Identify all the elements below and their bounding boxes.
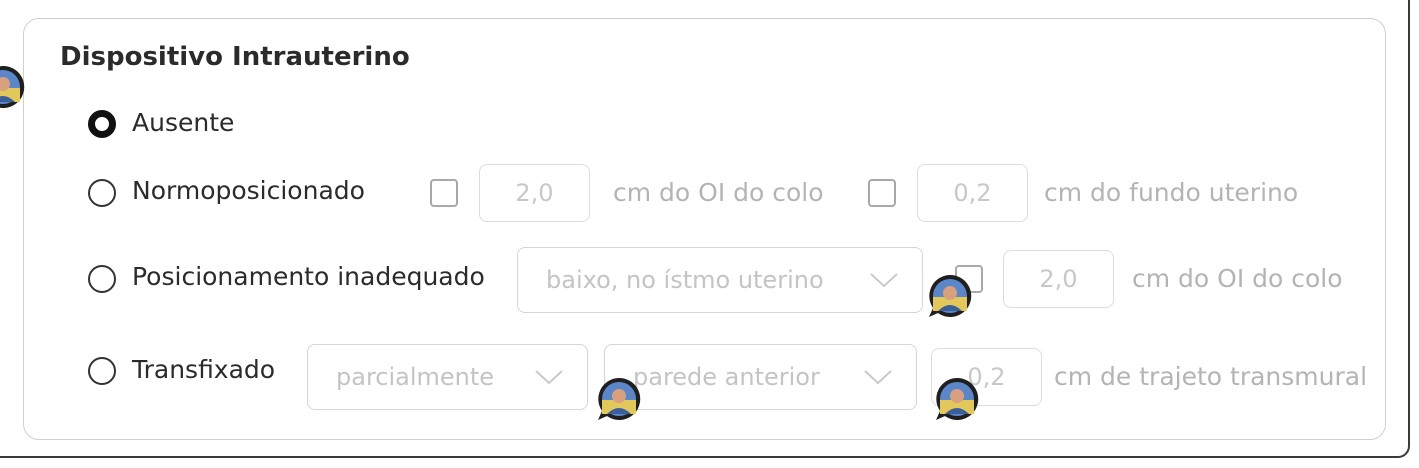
unit-label-normo-colo: cm do OI do colo xyxy=(613,178,824,207)
user-avatar-icon[interactable] xyxy=(596,376,642,422)
user-avatar-icon[interactable] xyxy=(934,376,980,422)
select-posicionamento[interactable]: baixo, no ístmo uterino xyxy=(517,247,923,313)
radio-ausente[interactable] xyxy=(88,110,116,138)
chevron-down-icon xyxy=(864,370,892,384)
select-transfixado-extent[interactable]: parcialmente xyxy=(307,344,588,410)
radio-label-posicionamento-inadequado: Posicionamento inadequado xyxy=(132,262,485,291)
unit-label-posic-colo: cm do OI do colo xyxy=(1132,264,1343,293)
user-avatar-icon[interactable] xyxy=(0,64,26,110)
radio-label-transfixado: Transfixado xyxy=(132,355,276,384)
select-posicionamento-value: baixo, no ístmo uterino xyxy=(546,266,824,294)
select-extent-value: parcialmente xyxy=(336,363,495,391)
input-normo-fundo[interactable]: 0,2 xyxy=(917,164,1028,222)
unit-label-trajeto: cm de trajeto transmural xyxy=(1054,362,1368,391)
checkbox-normo-colo[interactable] xyxy=(430,179,458,207)
radio-posicionamento-inadequado[interactable] xyxy=(88,265,116,293)
select-transfixado-wall[interactable]: parede anterior xyxy=(604,344,917,410)
select-wall-value: parede anterior xyxy=(633,363,820,391)
parent-container-divider xyxy=(0,456,134,458)
unit-label-normo-fundo: cm do fundo uterino xyxy=(1044,178,1299,207)
input-normo-colo[interactable]: 2,0 xyxy=(479,164,590,222)
input-posic-colo[interactable]: 2,0 xyxy=(1003,250,1114,308)
radio-normoposicionado[interactable] xyxy=(88,179,116,207)
dui-form-screen: Dispositivo Intrauterino Ausente Normopo… xyxy=(0,0,1419,468)
radio-label-normoposicionado: Normoposicionado xyxy=(132,176,365,205)
user-avatar-icon[interactable] xyxy=(927,273,973,319)
radio-label-ausente: Ausente xyxy=(132,108,235,137)
checkbox-normo-fundo[interactable] xyxy=(868,179,896,207)
chevron-down-icon xyxy=(870,273,898,287)
section-title: Dispositivo Intrauterino xyxy=(60,42,410,72)
chevron-down-icon xyxy=(535,370,563,384)
radio-transfixado[interactable] xyxy=(88,357,116,385)
